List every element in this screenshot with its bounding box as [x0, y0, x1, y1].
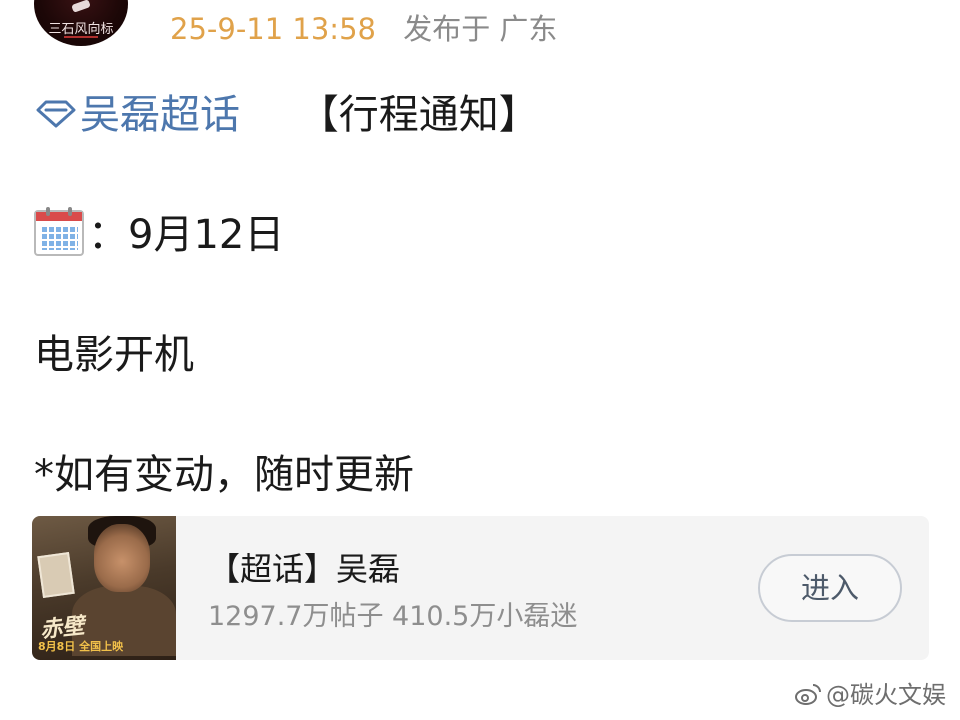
watermark-text: @碳火文娱	[826, 681, 946, 709]
author-avatar[interactable]: 三石风向标	[34, 0, 128, 46]
poster-release-date: 8月8日 全国上映	[38, 640, 124, 653]
poster-photo	[37, 551, 75, 599]
calendar-icon	[34, 207, 84, 256]
weibo-logo-icon	[795, 684, 821, 705]
avatar-underline	[64, 36, 98, 38]
topic-poster-image: 赤壁 8月8日 全国上映	[32, 516, 176, 660]
post-location: 发布于 广东	[403, 12, 558, 46]
super-topic-diamond-icon	[36, 100, 76, 128]
topic-link[interactable]: 吴磊超话	[34, 92, 253, 138]
event-description: 电影开机	[34, 332, 194, 378]
avatar-decoration	[71, 0, 91, 13]
schedule-tag: 【行程通知】	[298, 92, 539, 138]
avatar-logo-text: 三石风向标	[48, 22, 114, 37]
super-topic-card[interactable]: 赤壁 8月8日 全国上映 【超话】吴磊 1297.7万帖子 410.5万小磊迷 …	[32, 516, 929, 660]
date-line: ：9月12日	[34, 202, 284, 260]
enter-button[interactable]: 进入	[758, 554, 902, 622]
topic-name: 吴磊超话	[80, 92, 240, 138]
watermark: @碳火文娱	[794, 675, 946, 710]
update-note: *如有变动，随时更新	[34, 452, 414, 498]
topic-line: 吴磊超话 【行程通知】	[34, 82, 539, 140]
post-meta: 25-9-11 13:58 发布于 广东	[170, 6, 557, 48]
card-title: 【超话】吴磊	[208, 550, 401, 588]
event-date: ：9月12日	[88, 212, 285, 258]
post-timestamp: 25-9-11 13:58	[170, 12, 376, 46]
card-stats: 1297.7万帖子 410.5万小磊迷	[208, 601, 578, 632]
poster-figure-head	[94, 524, 150, 592]
